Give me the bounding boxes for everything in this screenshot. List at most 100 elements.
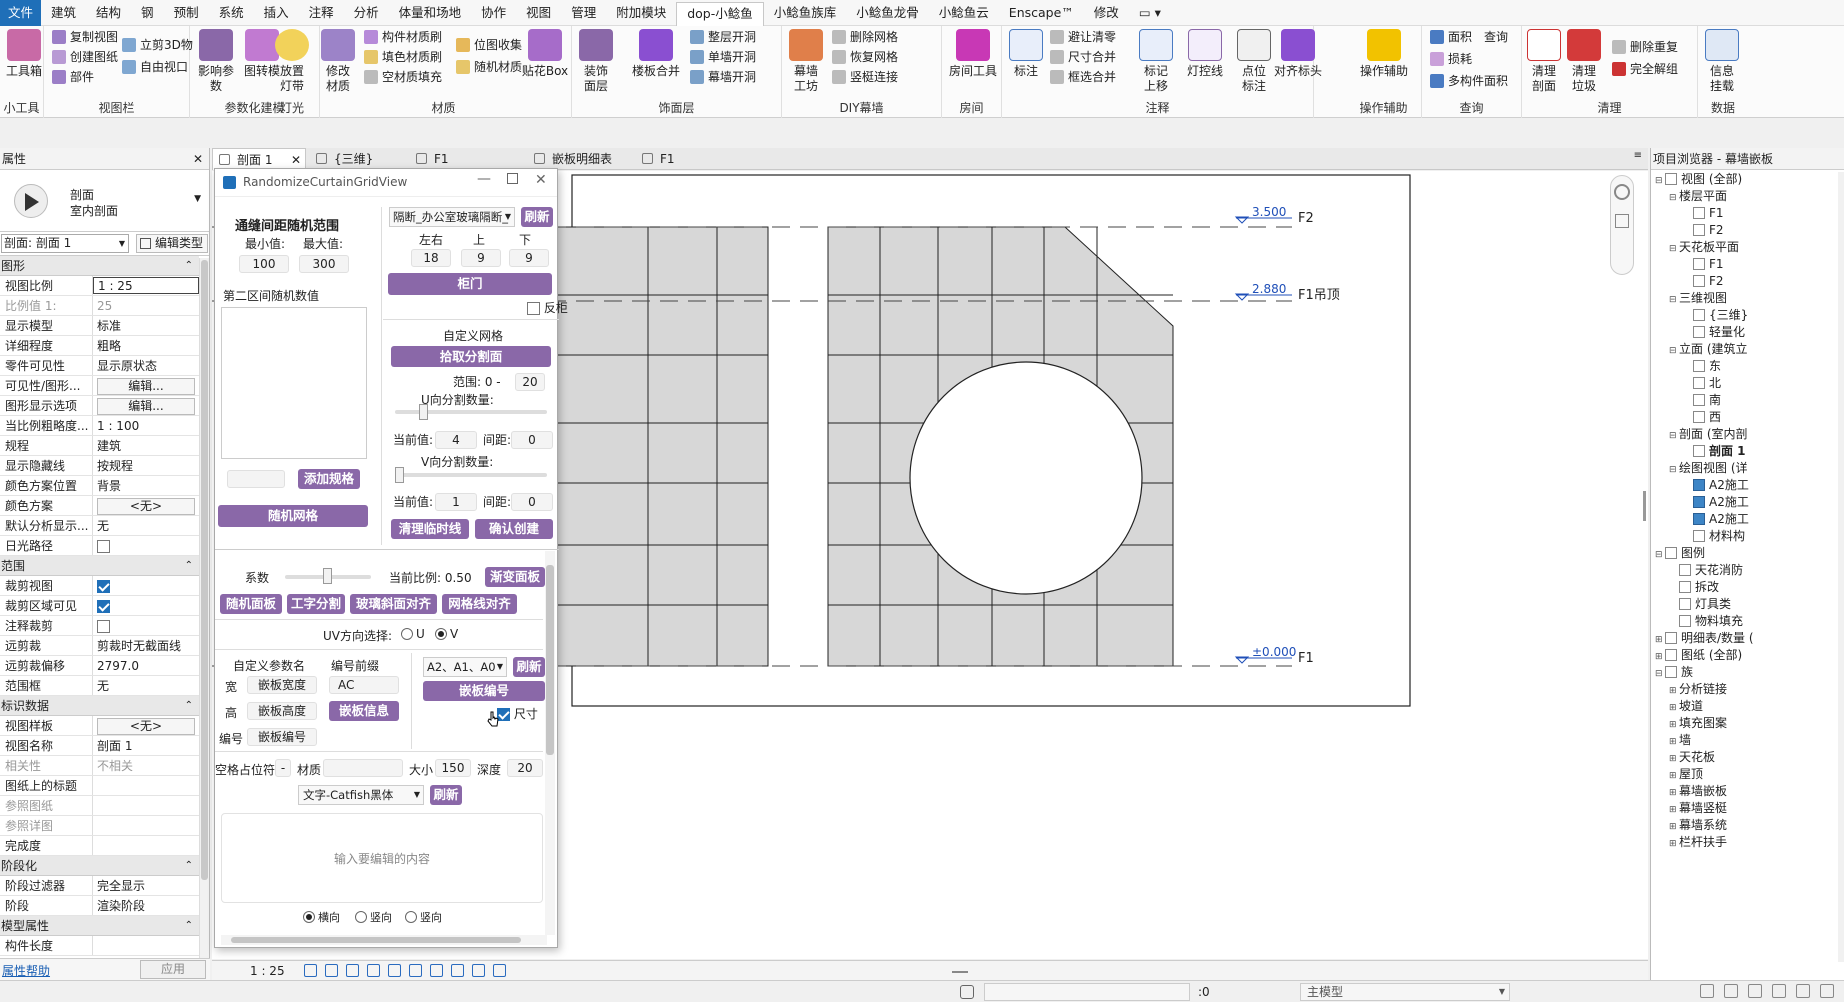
design-option-select[interactable] [984, 983, 1190, 1001]
expander-icon[interactable]: ⊞ [1669, 835, 1679, 853]
dimension-checkbox[interactable]: 尺寸 [497, 705, 538, 722]
browser-item[interactable]: ⊞ 分析链接 [1669, 680, 1727, 698]
menu-0[interactable]: 文件 [0, 0, 42, 26]
prop-row[interactable]: 阶段 渲染阶段 [0, 896, 199, 916]
u-slider-thumb[interactable] [419, 404, 428, 420]
prop-value[interactable]: 剖面 1 [93, 736, 199, 755]
browser-item[interactable]: 东 [1683, 357, 1721, 375]
v-gap-input[interactable]: 0 [511, 493, 553, 511]
prop-value[interactable]: 无 [93, 676, 199, 695]
workset-icon[interactable] [960, 985, 974, 999]
radio-other[interactable]: 竖向 [405, 909, 442, 925]
radio-horizontal[interactable]: 横向 [303, 909, 340, 925]
prop-value[interactable] [93, 936, 199, 955]
close-icon[interactable]: ✕ [193, 148, 203, 170]
prop-row[interactable]: 参照详图 [0, 816, 199, 836]
full-ungroup-button[interactable]: 完全解组 [1612, 58, 1678, 80]
prop-value[interactable] [93, 776, 199, 795]
apply-button[interactable]: 应用 [140, 960, 206, 979]
expander-icon[interactable]: ⊟ [1655, 172, 1665, 190]
expander-icon[interactable]: ⊟ [1669, 291, 1679, 309]
menu-13[interactable]: 附加模块 [606, 0, 676, 26]
u-current-input[interactable]: 4 [435, 431, 477, 449]
menu-8[interactable]: 分析 [344, 0, 389, 26]
menu-19[interactable]: 修改 [1084, 0, 1129, 26]
prop-value[interactable]: 1 : 25 [93, 277, 199, 294]
dialog-scrollbar[interactable] [545, 551, 555, 935]
browser-item[interactable]: ⊞ 幕墙竖梃 [1669, 799, 1727, 817]
prop-value[interactable]: <无> [93, 496, 199, 515]
navigation-bar[interactable] [1610, 175, 1634, 275]
menu-7[interactable]: 注释 [299, 0, 344, 26]
sheet-size-select[interactable]: A2、A1、A0 ▼ [423, 657, 507, 677]
scale-readout[interactable]: 1 : 25 [250, 964, 285, 978]
tab-menu-icon[interactable]: ≡ [1634, 150, 1642, 161]
gridline-align-button[interactable]: 网格线对齐 [442, 594, 517, 614]
reverse-checkbox[interactable]: 反柜 [527, 299, 568, 316]
browser-item[interactable]: ⊞ 幕墙嵌板 [1669, 782, 1727, 800]
browser-item[interactable]: 灯具类 [1669, 595, 1731, 613]
cabinet-door-button[interactable]: 柜门 [388, 273, 552, 295]
place-light-button[interactable]: 放置 灯带 [270, 29, 314, 94]
add-spec-button[interactable]: 添加规格 [298, 469, 360, 489]
prop-row[interactable]: 裁剪视图 [0, 576, 199, 596]
tab-3[interactable]: 嵌板明细表 [528, 148, 632, 170]
select-underlay-icon[interactable] [1724, 984, 1738, 998]
prop-row[interactable]: 颜色方案 <无> [0, 496, 199, 516]
size-input[interactable]: 150 [435, 759, 471, 777]
expander-icon[interactable]: ⊟ [1669, 240, 1679, 258]
browser-item[interactable]: ⊞ 坡道 [1669, 697, 1703, 715]
member-material-button[interactable]: 构件材质刷 [364, 26, 442, 48]
prop-edit-button[interactable]: <无> [97, 498, 195, 515]
prop-value[interactable]: <无> [93, 716, 199, 735]
browser-item[interactable]: F2 [1683, 272, 1724, 290]
prop-row[interactable]: 参照图纸 [0, 796, 199, 816]
browser-item[interactable]: 南 [1683, 391, 1721, 409]
browser-item[interactable]: ⊞ 填充图案 [1669, 714, 1727, 732]
free-view-button[interactable]: 自由视口 [122, 56, 188, 78]
menu-18[interactable]: Enscape™ [999, 0, 1084, 26]
prop-row[interactable]: 远剪裁偏移 2797.0 [0, 656, 199, 676]
prop-value[interactable]: 标准 [93, 316, 199, 335]
dim-merge-button[interactable]: 尺寸合并 [1050, 46, 1116, 68]
prop-row[interactable]: 颜色方案位置 背景 [0, 476, 199, 496]
pick-face-button[interactable]: 拾取分割面 [391, 346, 551, 367]
prop-checkbox[interactable] [97, 540, 110, 553]
browser-item[interactable]: 剖面 1 [1683, 442, 1746, 460]
browser-item[interactable]: ⊟ 图例 [1655, 544, 1705, 562]
lr-input[interactable]: 18 [411, 249, 451, 267]
prop-checkbox[interactable] [97, 580, 110, 593]
menu-9[interactable]: 体量和场地 [389, 0, 472, 26]
collapse-icon[interactable]: ⌃ [185, 556, 193, 576]
properties-help-link[interactable]: 属性帮助 [2, 962, 50, 979]
prop-edit-button[interactable]: 编辑... [97, 398, 195, 415]
menu-10[interactable]: 协作 [471, 0, 516, 26]
browser-item[interactable]: ⊞ 墙 [1669, 731, 1691, 749]
type-dropdown-arrow[interactable]: ▼ [194, 194, 201, 204]
menu-11[interactable]: 视图 [516, 0, 561, 26]
analyze-icon[interactable] [493, 964, 506, 977]
browser-item[interactable]: 西 [1683, 408, 1721, 426]
paste-box-button[interactable]: 贴花Box [520, 29, 570, 79]
material-input[interactable] [323, 759, 403, 777]
up-input[interactable]: 9 [461, 249, 501, 267]
select-face-icon[interactable] [1772, 984, 1786, 998]
prop-edit-button[interactable]: <无> [97, 718, 195, 735]
menu-15[interactable]: 小鲶鱼族库 [764, 0, 847, 26]
collapse-icon[interactable]: ⌃ [185, 916, 193, 936]
prop-row[interactable]: 相关性 不相关 [0, 756, 199, 776]
frame-merge-button[interactable]: 框选合并 [1050, 66, 1116, 88]
prop-value[interactable]: 按规程 [93, 456, 199, 475]
prop-value[interactable]: 剪裁时无截面线 [93, 636, 199, 655]
v-slider-thumb[interactable] [395, 467, 404, 483]
text-edit-area[interactable]: 输入要编辑的内容 [221, 813, 543, 903]
modify-material-button[interactable]: 修改 材质 [316, 29, 360, 94]
panel-number-button[interactable]: 嵌板编号 [423, 681, 545, 701]
prop-row[interactable]: 视图比例 1 : 25 [0, 276, 199, 296]
max-input[interactable]: 300 [299, 255, 349, 273]
prop-value[interactable]: 背景 [93, 476, 199, 495]
prop-section-extents[interactable]: 范围 ⌃ [0, 556, 199, 576]
prop-row[interactable]: 范围框无 [0, 676, 199, 696]
decor-layer-button[interactable]: 装饰 面层 [574, 29, 618, 94]
point-mark-button[interactable]: 点位 标注 [1232, 29, 1276, 94]
